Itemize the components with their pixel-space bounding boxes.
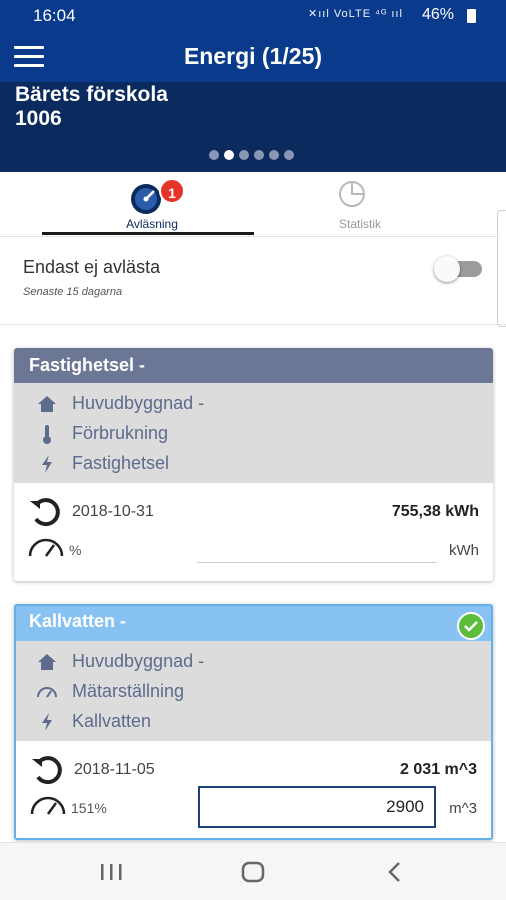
last-reading-row: 2018-10-31 755,38 kWh <box>14 495 493 529</box>
home-icon <box>241 861 265 883</box>
check-icon <box>457 612 485 640</box>
gauge-icon <box>30 796 66 815</box>
recent-apps-button[interactable] <box>91 855 131 889</box>
last-reading-value: 755,38 kWh <box>391 503 479 520</box>
active-tab-indicator <box>42 232 254 235</box>
edge-handle[interactable] <box>497 210 506 327</box>
card-title: Fastighetsel - <box>14 348 493 383</box>
tab-label: Statistik <box>338 217 381 231</box>
page-dot <box>209 150 219 160</box>
current-reading-row: 151% m^3 <box>16 786 491 828</box>
history-icon <box>30 498 60 527</box>
reading-unit: kWh <box>449 542 479 559</box>
back-button[interactable] <box>375 855 415 889</box>
tab-avlasning[interactable]: Avläsning <box>37 172 267 235</box>
meter-name-text: Fastighetsel <box>72 453 170 473</box>
measure-type-text: Mätarställning <box>72 681 185 701</box>
signal-icons: ✕ııl VoLTE ⁴ᴳ ııl <box>308 8 403 20</box>
divider <box>0 236 506 237</box>
lightning-icon <box>42 713 52 731</box>
divider <box>0 324 506 325</box>
current-reading-row: % kWh <box>14 532 493 566</box>
card-info: Huvudbyggnad - Förbrukning Fastighetsel <box>14 383 493 483</box>
tab-statistik[interactable]: Statistik <box>245 172 475 235</box>
back-icon <box>388 862 400 882</box>
page-dot <box>239 150 249 160</box>
app-bar: Energi (1/25) <box>0 30 506 82</box>
reading-input[interactable] <box>198 786 436 828</box>
home-button[interactable] <box>233 855 273 889</box>
site-header[interactable]: Bärets förskola 1006 <box>0 82 506 172</box>
gauge-icon <box>28 538 64 557</box>
building-text: Huvudbyggnad - <box>72 393 205 413</box>
building-text: Huvudbyggnad - <box>72 651 205 671</box>
filter-label: Endast ej avlästa <box>23 257 161 277</box>
gauge-icon <box>37 687 57 698</box>
page-dot-active <box>224 150 234 160</box>
meter-card-selected[interactable]: Kallvatten - Huvudbyggnad - Mätarställni… <box>14 604 493 840</box>
status-time: 16:04 <box>33 6 76 25</box>
battery-icon <box>467 9 476 23</box>
last-reading-value: 2 031 m^3 <box>400 761 477 778</box>
lightning-icon <box>42 455 52 473</box>
reading-unit: m^3 <box>449 800 477 817</box>
page-title: Energi (1/25) <box>183 43 323 69</box>
page-dot <box>254 150 264 160</box>
unread-only-toggle[interactable] <box>434 256 484 282</box>
last-reading-date: 2018-10-31 <box>72 503 154 520</box>
filter-sublabel: Senaste 15 dagarna <box>23 286 123 298</box>
page-dot <box>284 150 294 160</box>
site-name: Bärets förskola <box>15 83 168 106</box>
consumption-percent: 151% <box>71 800 107 816</box>
consumption-percent: % <box>69 542 82 558</box>
last-reading-date: 2018-11-05 <box>74 761 155 778</box>
pie-chart-icon <box>339 181 365 207</box>
tab-label: Avläsning <box>126 217 178 231</box>
meter-card[interactable]: Fastighetsel - Huvudbyggnad - Förbruknin… <box>14 348 493 581</box>
measure-type-text: Förbrukning <box>72 423 169 443</box>
site-id: 1006 <box>15 107 62 130</box>
house-icon <box>38 654 56 670</box>
page-dot <box>269 150 279 160</box>
system-nav-bar <box>0 842 506 900</box>
meter-name-text: Kallvatten <box>72 711 152 731</box>
card-info: Huvudbyggnad - Mätarställning Kallvatten <box>16 641 491 741</box>
thermometer-icon <box>43 425 51 444</box>
tab-bar: Avläsning Statistik <box>0 172 506 237</box>
last-reading-row: 2018-11-05 2 031 m^3 <box>16 753 491 787</box>
recent-apps-icon <box>101 864 122 880</box>
card-title: Kallvatten - <box>16 606 491 641</box>
reading-input[interactable] <box>197 562 437 563</box>
toggle-knob <box>434 256 460 282</box>
battery-percent: 46% <box>422 6 455 23</box>
status-bar: 16:04 ✕ııl VoLTE ⁴ᴳ ııl 46% <box>0 0 506 30</box>
history-icon <box>32 756 62 785</box>
notification-badge: 1 <box>159 178 185 204</box>
page-indicator <box>209 150 294 160</box>
house-icon <box>38 396 56 412</box>
